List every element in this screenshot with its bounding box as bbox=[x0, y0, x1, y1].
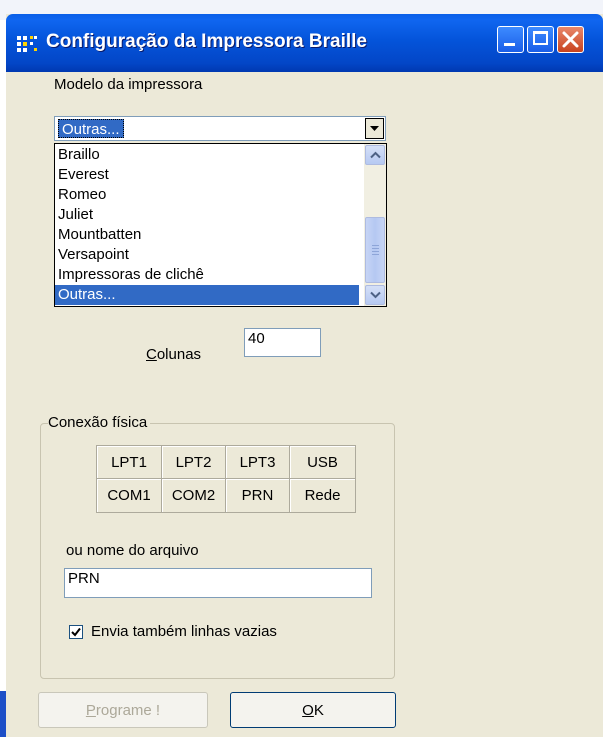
minimize-button[interactable] bbox=[497, 26, 524, 53]
program-button-accelerator: P bbox=[85, 701, 96, 719]
printer-model-label: Modelo da impressora bbox=[54, 76, 203, 93]
filename-label: ou nome do arquivo bbox=[66, 542, 199, 559]
scroll-up-button[interactable] bbox=[365, 145, 385, 165]
port-button-lpt1[interactable]: LPT1 bbox=[97, 446, 162, 479]
program-button-label: rograme ! bbox=[95, 701, 161, 719]
list-scrollbar[interactable] bbox=[364, 144, 386, 306]
port-button-com2[interactable]: COM2 bbox=[162, 479, 226, 512]
list-item[interactable]: Impressoras de clichê bbox=[58, 265, 204, 285]
maximize-icon bbox=[533, 31, 548, 45]
ok-button-accelerator: O bbox=[302, 701, 314, 719]
chevron-up-icon bbox=[370, 151, 381, 159]
desktop-edge bbox=[0, 691, 6, 737]
port-button-grid: LPT1 LPT2 LPT3 USB COM1 COM2 PRN Rede bbox=[96, 445, 356, 513]
grip-line bbox=[372, 254, 379, 255]
close-button[interactable] bbox=[557, 26, 584, 53]
filename-input[interactable]: PRN bbox=[64, 568, 372, 598]
program-button[interactable]: Programe ! bbox=[38, 692, 208, 728]
close-icon bbox=[562, 31, 579, 48]
grip-line bbox=[372, 245, 379, 246]
printer-model-selected-value: Outras... bbox=[58, 119, 124, 138]
scroll-down-button[interactable] bbox=[365, 285, 385, 305]
printer-config-dialog: Configuração da Impressora Braille Model… bbox=[6, 14, 603, 737]
ok-button-label: K bbox=[313, 701, 324, 719]
list-item[interactable]: Versapoint bbox=[58, 245, 129, 265]
list-item[interactable]: Juliet bbox=[58, 205, 93, 225]
port-button-usb[interactable]: USB bbox=[290, 446, 355, 479]
grip-line bbox=[372, 248, 379, 249]
chevron-down-icon bbox=[370, 126, 379, 131]
port-button-rede[interactable]: Rede bbox=[290, 479, 355, 512]
minimize-icon bbox=[504, 43, 515, 46]
port-button-lpt3[interactable]: LPT3 bbox=[226, 446, 290, 479]
connection-group-title: Conexão física bbox=[48, 414, 151, 431]
columns-label-accelerator: C bbox=[146, 346, 157, 363]
ok-button[interactable]: OK bbox=[230, 692, 396, 728]
printer-model-combobox[interactable]: Outras... bbox=[54, 116, 386, 141]
list-item[interactable]: Romeo bbox=[58, 185, 106, 205]
columns-label: Colunas bbox=[146, 346, 201, 363]
list-item[interactable]: Everest bbox=[58, 165, 109, 185]
send-empty-lines-checkbox[interactable] bbox=[69, 625, 83, 639]
list-item-selected[interactable]: Outras... bbox=[55, 285, 359, 305]
send-empty-lines-label: Envia também linhas vazias bbox=[91, 623, 277, 640]
list-item[interactable]: Braillo bbox=[58, 145, 100, 165]
list-item[interactable]: Mountbatten bbox=[58, 225, 141, 245]
title-bar[interactable]: Configuração da Impressora Braille bbox=[6, 14, 603, 72]
printer-model-dropdown-list[interactable]: Braillo Everest Romeo Juliet Mountbatten… bbox=[54, 143, 387, 307]
maximize-button[interactable] bbox=[527, 26, 554, 53]
grip-line bbox=[372, 251, 379, 252]
window-title: Configuração da Impressora Braille bbox=[46, 31, 367, 52]
port-button-prn[interactable]: PRN bbox=[226, 479, 290, 512]
checkmark-icon bbox=[71, 627, 81, 637]
scroll-thumb[interactable] bbox=[365, 217, 385, 283]
braille-app-icon bbox=[17, 36, 37, 52]
columns-label-text: olunas bbox=[156, 346, 202, 363]
dropdown-arrow-button[interactable] bbox=[365, 118, 384, 139]
port-button-lpt2[interactable]: LPT2 bbox=[162, 446, 226, 479]
chevron-down-icon bbox=[370, 291, 381, 299]
columns-input[interactable]: 40 bbox=[244, 328, 321, 357]
port-button-com1[interactable]: COM1 bbox=[97, 479, 162, 512]
